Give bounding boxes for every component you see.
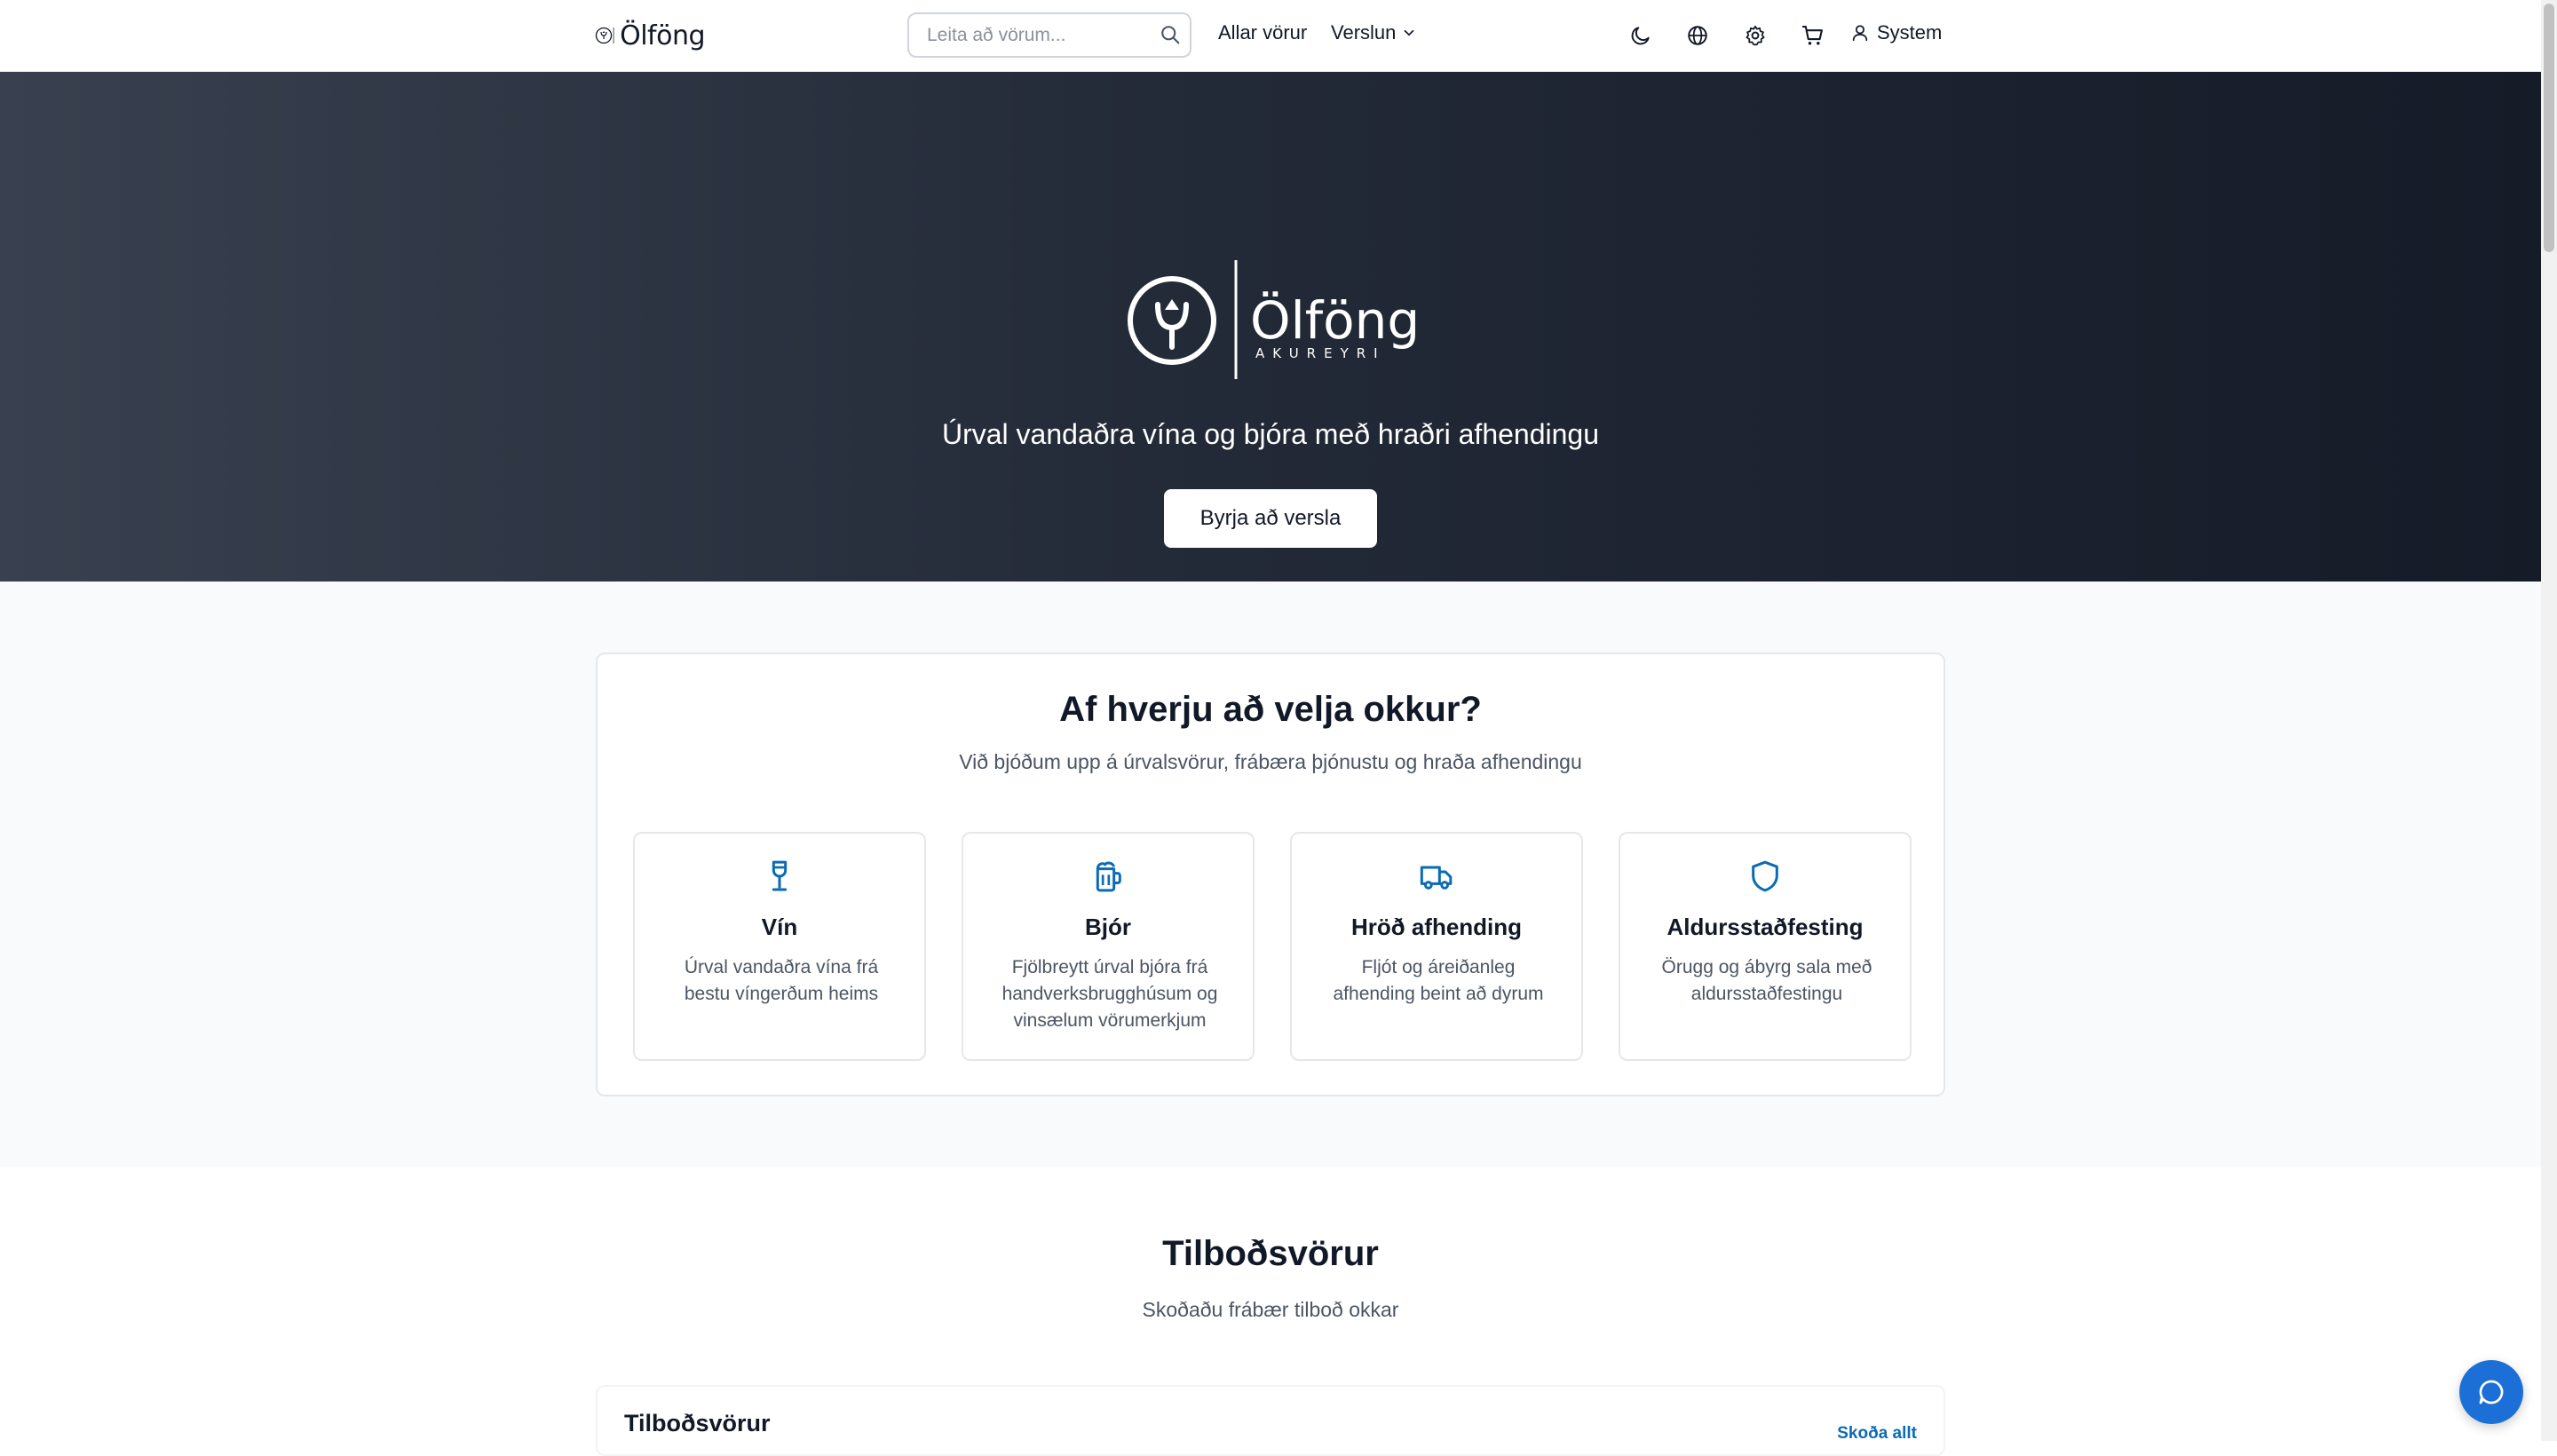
feature-title: Hröð afhending bbox=[1350, 914, 1523, 940]
beer-mug-icon bbox=[1096, 861, 1121, 892]
search-box bbox=[907, 12, 1191, 58]
feature-description: Úrval vandaðra vína frá bestu víngerðum … bbox=[684, 957, 879, 1004]
search-icon[interactable] bbox=[1158, 22, 1183, 47]
hero-brand-name: Ölföng bbox=[1250, 290, 1417, 351]
theme-toggle-button[interactable] bbox=[1627, 21, 1655, 50]
nav-shop-dropdown[interactable]: Verslun bbox=[1331, 21, 1417, 44]
feature-description: Örugg og ábyrg sala með aldursstaðfestin… bbox=[1661, 957, 1872, 1004]
feature-description: Fjölbreytt úrval bjóra frá handverksbrug… bbox=[1001, 957, 1218, 1031]
hero-brand-sub: AKUREYRI bbox=[1255, 345, 1386, 361]
cart-icon bbox=[1801, 26, 1823, 45]
nav-all-products[interactable]: Allar vörur bbox=[1218, 21, 1307, 44]
nav-shop-label: Verslun bbox=[1331, 21, 1397, 44]
shield-icon bbox=[1752, 860, 1778, 892]
feature-title: Vín bbox=[761, 914, 798, 940]
site-header: Ölföng Allar vörur Verslun System bbox=[0, 0, 2541, 72]
chat-button[interactable] bbox=[2459, 1360, 2523, 1424]
language-button[interactable] bbox=[1683, 21, 1712, 50]
truck-icon bbox=[1420, 866, 1453, 890]
feature-card-delivery: Hröð afhending Fljót og áreiðanleg afhen… bbox=[1290, 832, 1583, 1061]
gear-icon bbox=[1746, 25, 1765, 46]
globe-icon bbox=[1688, 26, 1707, 45]
user-icon bbox=[1852, 25, 1868, 42]
chevron-down-icon bbox=[1405, 29, 1414, 36]
why-card: Af hverju að velja okkur? Við bjóðum upp… bbox=[596, 653, 1945, 1096]
search-input[interactable] bbox=[909, 14, 1190, 56]
offers-panel: Tilboðsvörur Skoða allt bbox=[596, 1385, 1945, 1456]
page-scrollbar[interactable] bbox=[2541, 0, 2557, 1441]
feature-card-beer: Bjór Fjölbreytt úrval bjóra frá handverk… bbox=[962, 832, 1255, 1061]
chat-bubble-icon bbox=[2479, 1380, 2504, 1405]
offers-title: Tilboðsvörur bbox=[1162, 1234, 1379, 1273]
hero-tagline: Úrval vandaðra vína og bjóra með hraðri … bbox=[941, 418, 1599, 450]
feature-title: Aldursstaðfesting bbox=[1666, 914, 1864, 940]
user-menu-button[interactable]: System bbox=[1850, 21, 1942, 44]
feature-card-wine: Vín Úrval vandaðra vína frá bestu vínger… bbox=[633, 832, 926, 1061]
offers-subtitle: Skoðaðu frábær tilboð okkar bbox=[1142, 1298, 1399, 1321]
why-subtitle: Við bjóðum upp á úrvalsvörur, frábæra þj… bbox=[959, 750, 1582, 773]
cart-button[interactable] bbox=[1799, 21, 1827, 50]
moon-icon bbox=[1631, 27, 1650, 45]
offers-panel-title: Tilboðsvörur bbox=[624, 1410, 771, 1436]
hero-logo: Ölföng AKUREYRI bbox=[1128, 260, 1417, 379]
wine-glass-icon bbox=[772, 860, 788, 891]
feature-card-age-verification: Aldursstaðfesting Örugg og ábyrg sala me… bbox=[1619, 832, 1912, 1061]
hero-banner: Ölföng AKUREYRI Úrval vandaðra vína og b… bbox=[0, 72, 2541, 582]
start-shopping-button[interactable]: Byrja að versla bbox=[1164, 489, 1377, 548]
user-label: System bbox=[1877, 21, 1943, 44]
feature-description: Fljót og áreiðanleg afhending beint að d… bbox=[1333, 957, 1544, 1004]
scrollbar-thumb[interactable] bbox=[2544, 4, 2554, 252]
header-logo[interactable]: Ölföng bbox=[595, 14, 705, 57]
header-brand-name: Ölföng bbox=[620, 20, 705, 51]
logo-emblem-icon bbox=[595, 27, 614, 44]
feature-title: Bjór bbox=[1085, 914, 1131, 940]
why-title: Af hverju að velja okkur? bbox=[1059, 690, 1482, 729]
settings-button[interactable] bbox=[1741, 21, 1769, 50]
